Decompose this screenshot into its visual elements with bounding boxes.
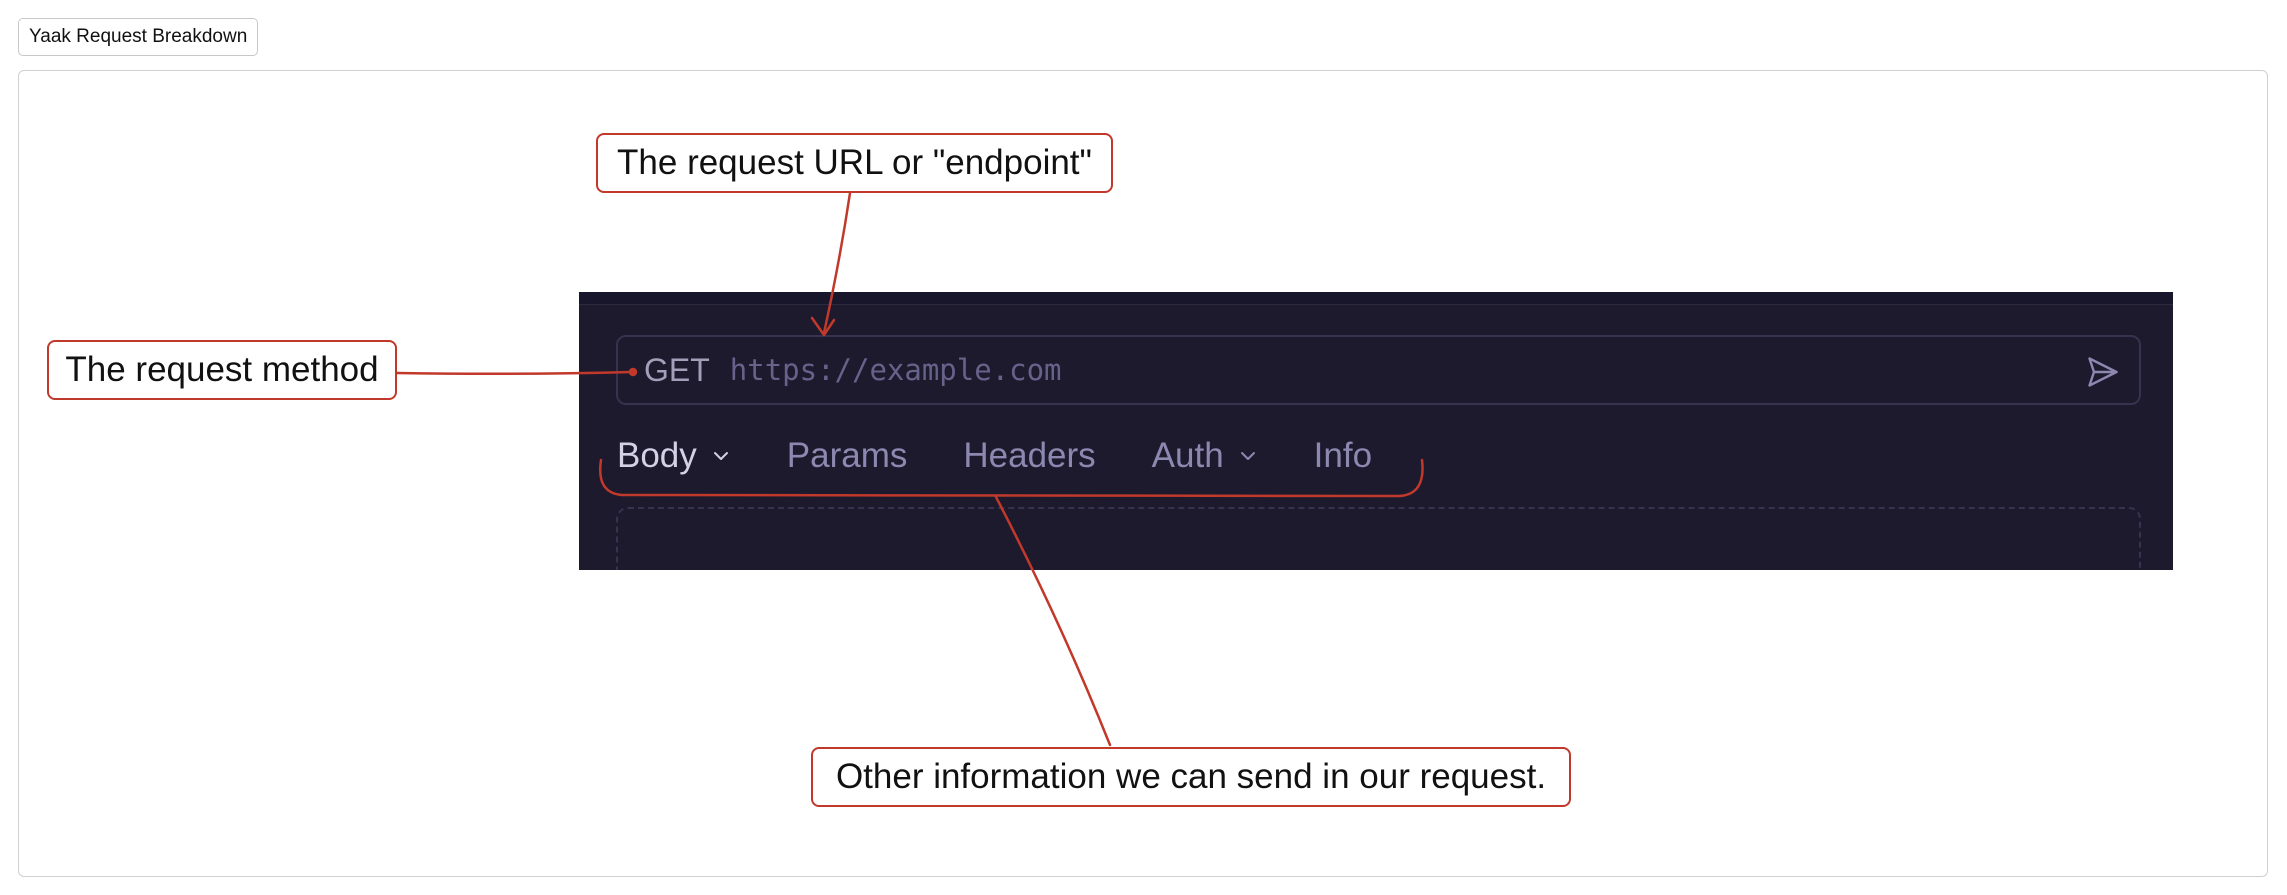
- url-input[interactable]: https://example.com: [730, 353, 1062, 387]
- request-body-editor[interactable]: [616, 507, 2141, 570]
- callout-url: The request URL or "endpoint": [596, 133, 1113, 193]
- request-tabs: Body Params Headers Auth Info: [617, 436, 1428, 476]
- callout-tabs: Other information we can send in our req…: [811, 747, 1571, 807]
- tab-label: Auth: [1151, 436, 1224, 475]
- tab-label: Body: [617, 436, 697, 475]
- method-selector[interactable]: GET: [644, 352, 710, 389]
- app-top-border: [579, 292, 2173, 305]
- diagram-title[interactable]: Yaak Request Breakdown: [18, 18, 259, 56]
- tab-info[interactable]: Info: [1314, 436, 1372, 476]
- tab-auth[interactable]: Auth: [1152, 436, 1258, 476]
- tab-params[interactable]: Params: [787, 436, 908, 476]
- tab-label: Info: [1313, 436, 1373, 475]
- tab-label: Params: [786, 436, 908, 475]
- app-screenshot: GET https://example.com Body Params Head…: [579, 292, 2173, 570]
- tab-body[interactable]: Body: [617, 436, 731, 476]
- chevron-down-icon: [713, 452, 728, 460]
- url-bar[interactable]: GET https://example.com: [616, 335, 2141, 405]
- callout-method: The request method: [47, 340, 397, 400]
- send-icon[interactable]: [2085, 354, 2121, 390]
- tab-headers[interactable]: Headers: [963, 436, 1095, 476]
- tab-label: Headers: [963, 436, 1096, 475]
- chevron-down-icon: [1240, 452, 1255, 460]
